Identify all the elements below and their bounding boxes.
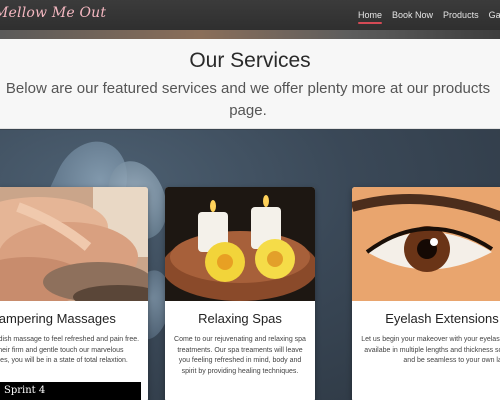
service-card-massages[interactable]: Pampering Massages Enjoy a swedish massa… <box>0 187 148 400</box>
navbar: Mellow Me Out Home Book Now Products Gal… <box>0 0 500 30</box>
card-title: Pampering Massages <box>0 311 116 326</box>
spa-candles-image <box>165 187 315 301</box>
hero-image-strip <box>0 30 500 39</box>
card-description: Let us begin your makeover with your eye… <box>361 336 500 365</box>
services-subtitle: Below are our featured services and we o… <box>5 80 491 119</box>
nav-item-products[interactable]: Products <box>443 0 479 30</box>
nav-item-book-now[interactable]: Book Now <box>392 0 433 30</box>
nav-item-home[interactable]: Home <box>358 0 383 30</box>
divider <box>0 128 500 129</box>
massage-image <box>0 187 148 301</box>
card-description: Come to our rejuvenating and relaxing sp… <box>174 336 306 375</box>
services-header: Our Services Below are our featured serv… <box>0 39 500 129</box>
card-description: Enjoy a swedish massage to feel refreshe… <box>0 336 140 365</box>
nav-menu: Home Book Now Products Gallery <box>358 0 500 30</box>
service-card-spas[interactable]: Relaxing Spas Come to our rejuvenating a… <box>165 187 315 400</box>
card-title: Relaxing Spas <box>198 311 282 326</box>
services-title: Our Services <box>189 49 311 72</box>
eyelash-image <box>352 187 500 301</box>
brand-logo[interactable]: Mellow Me Out <box>0 5 106 21</box>
nav-item-gallery[interactable]: Gallery <box>489 0 500 30</box>
card-title: Eyelash Extensions <box>385 311 499 326</box>
service-card-eyelash[interactable]: Eyelash Extensions Let us begin your mak… <box>352 187 500 400</box>
sprint-label: Sprint 4 <box>0 382 141 400</box>
